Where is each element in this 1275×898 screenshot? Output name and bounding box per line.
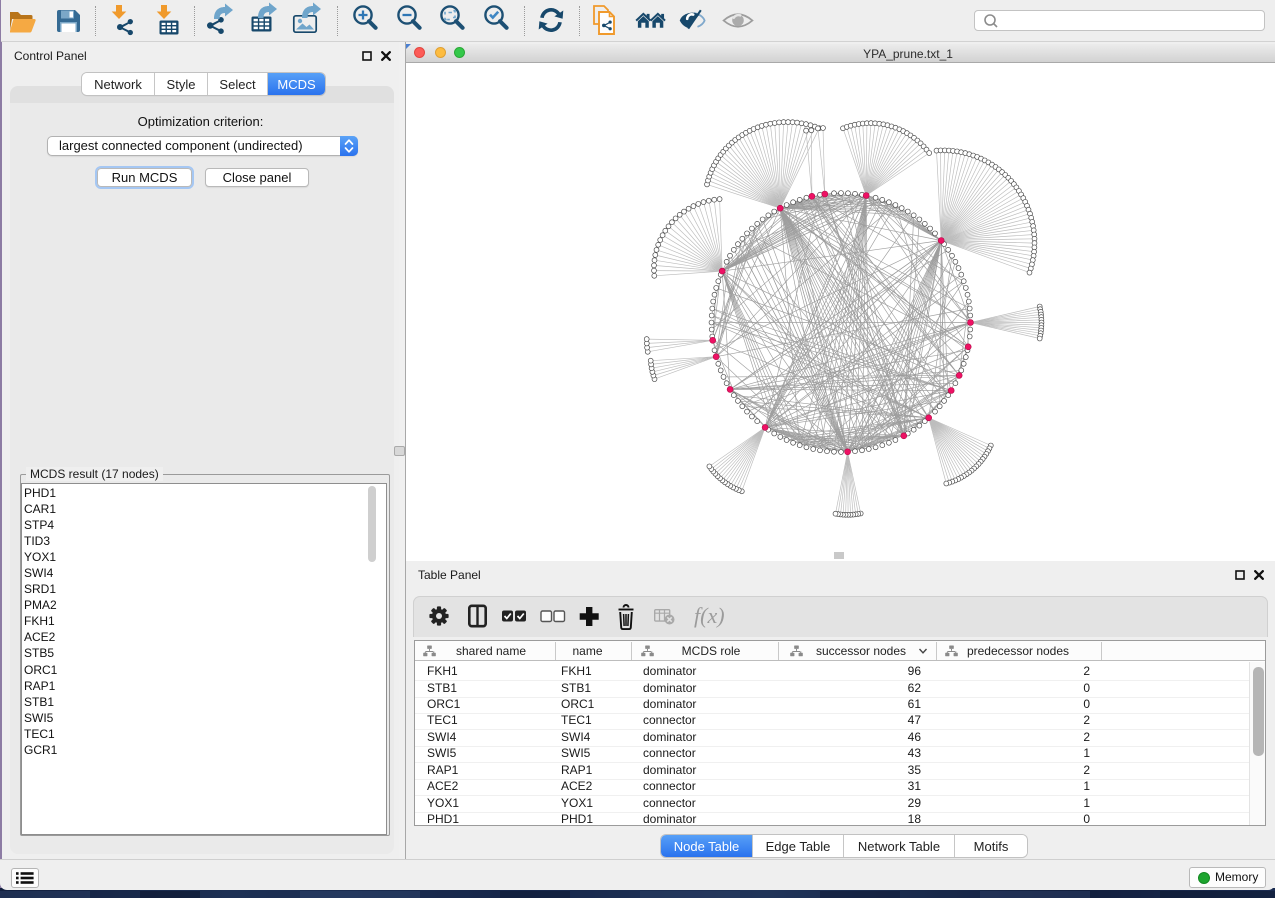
svg-text:f(x): f(x) <box>694 603 725 628</box>
